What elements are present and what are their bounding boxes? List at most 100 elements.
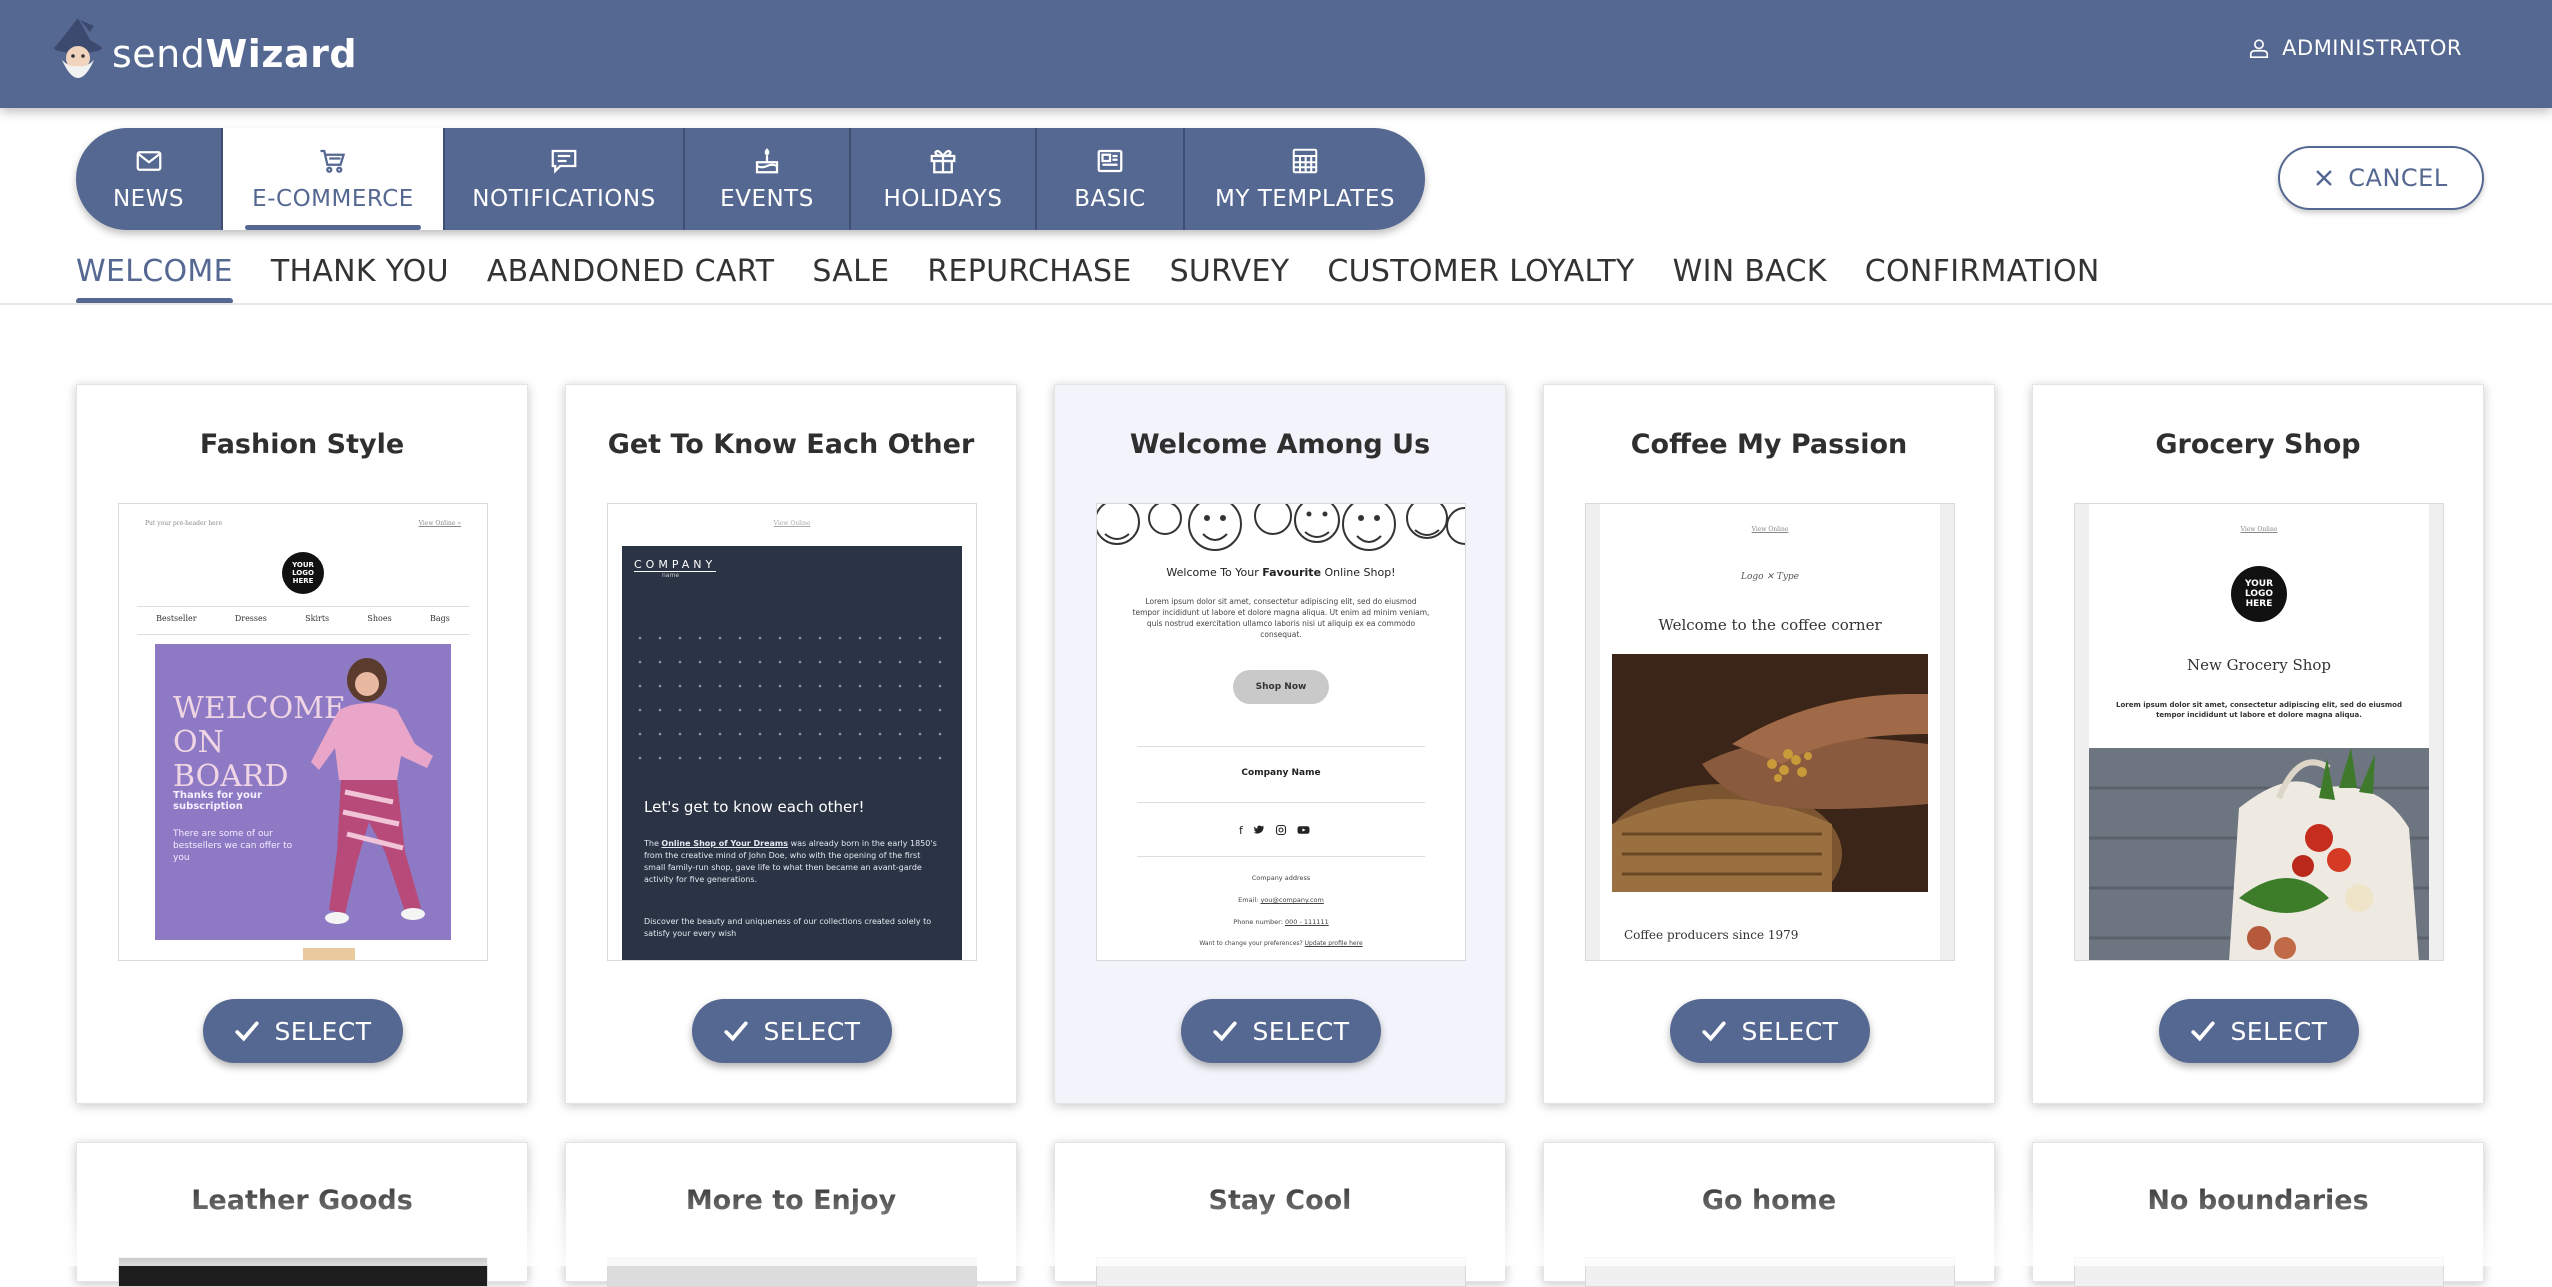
cancel-button[interactable]: CANCEL	[2278, 146, 2484, 210]
tab-notifications[interactable]: NOTIFICATIONS	[445, 128, 685, 230]
template-card[interactable]: Leather Goods	[76, 1142, 528, 1287]
top-bar: sendWizard ADMINISTRATOR	[0, 0, 2552, 108]
tab-my-templates[interactable]: MY TEMPLATES	[1185, 128, 1425, 230]
tab-welcome[interactable]: WELCOME	[76, 248, 233, 304]
envelope-icon	[136, 151, 161, 171]
heading-text: Welcome To Your	[1166, 566, 1263, 579]
template-card[interactable]: More to Enjoy	[565, 1142, 1017, 1287]
view-online-link: View Online	[1751, 526, 1789, 533]
select-button[interactable]: SELECT	[692, 999, 892, 1063]
phone-label: Phone number:	[1233, 918, 1283, 926]
cart-icon	[320, 149, 346, 173]
tab-label: MY TEMPLATES	[1215, 186, 1395, 212]
chat-icon	[551, 149, 577, 174]
select-label: SELECT	[1252, 1016, 1350, 1046]
tab-basic[interactable]: BASIC	[1037, 128, 1185, 230]
select-button[interactable]: SELECT	[2159, 999, 2359, 1063]
close-icon	[2316, 170, 2333, 186]
template-preview: Welcome To Your Favourite Online Shop! L…	[1096, 503, 1466, 961]
template-card[interactable]: Welcome Among Us Welcome To Your Favouri…	[1054, 384, 1506, 1104]
tab-events[interactable]: EVENTS	[685, 128, 851, 230]
tab-win-back[interactable]: WIN BACK	[1673, 248, 1827, 304]
hero-text: There are some of our bestsellers we can…	[173, 829, 293, 863]
preview-paragraph-2: Discover the beauty and uniqueness of ou…	[644, 917, 932, 938]
template-preview: Put your pre-header here View Online » Y…	[118, 503, 488, 961]
company-name: Company Name	[1241, 768, 1321, 778]
select-label: SELECT	[1741, 1016, 1839, 1046]
template-title: Welcome Among Us	[1129, 429, 1431, 460]
tab-label: HOLIDAYS	[883, 186, 1003, 212]
user-menu[interactable]: ADMINISTRATOR	[2248, 36, 2462, 60]
logo[interactable]: sendWizard	[50, 14, 357, 94]
template-title: Coffee My Passion	[1630, 429, 1908, 460]
subcategory-tabs: WELCOME THANK YOU ABANDONED CART SALE RE…	[76, 248, 2100, 304]
template-title: More to Enjoy	[685, 1185, 897, 1216]
tab-customer-loyalty[interactable]: CUSTOMER LOYALTY	[1327, 248, 1634, 304]
grocery-image	[2089, 748, 2429, 960]
phone-link: 000 - 111111	[1285, 918, 1329, 926]
check-icon	[1213, 1021, 1238, 1042]
tab-label: NOTIFICATIONS	[472, 186, 656, 212]
preview-heading: Welcome to the coffee corner	[1658, 616, 1882, 634]
tab-label: BASIC	[1074, 186, 1146, 212]
youtube-icon	[1297, 826, 1310, 834]
preview-body: Lorem ipsum dolor sit amet, consectetur …	[2116, 701, 2402, 719]
para-link: Online Shop of Your Dreams	[661, 839, 789, 848]
heading-text: Online Shop!	[1321, 566, 1396, 579]
divider	[0, 303, 2552, 305]
select-button[interactable]: SELECT	[1181, 999, 1381, 1063]
instagram-icon	[1275, 824, 1286, 836]
template-card[interactable]: Get To Know Each Other View Online COMPA…	[565, 384, 1017, 1104]
dot-pattern	[638, 636, 942, 760]
view-online-link: View Online	[773, 520, 811, 527]
view-online-link: View Online »	[418, 520, 461, 527]
template-title: No boundaries	[2147, 1185, 2369, 1216]
preview-body: Lorem ipsum dolor sit amet, consectetur …	[1132, 597, 1430, 639]
category-tabs: NEWS E-COMMERCE NOTIFICATIONS EVENTS HOL…	[76, 128, 1425, 230]
tab-survey[interactable]: SURVEY	[1170, 248, 1290, 304]
select-button[interactable]: SELECT	[1670, 999, 1870, 1063]
tab-thank-you[interactable]: THANK YOU	[271, 248, 449, 304]
company-logo: COMPANY	[634, 558, 717, 572]
logo-text-light: send	[112, 32, 206, 76]
template-card[interactable]: Coffee My Passion View Online Logo ✕ Typ…	[1543, 384, 1995, 1104]
dark-panel: COMPANY name Let's get to know each othe…	[622, 546, 962, 960]
tab-repurchase[interactable]: REPURCHASE	[927, 248, 1131, 304]
template-title: Go home	[1701, 1185, 1837, 1216]
tab-news[interactable]: NEWS	[76, 128, 223, 230]
prefs-text: Want to change your preferences?	[1199, 940, 1305, 947]
template-card[interactable]: Fashion Style Put your pre-header here V…	[76, 384, 528, 1104]
tab-sale[interactable]: SALE	[812, 248, 889, 304]
template-card[interactable]: No boundaries	[2032, 1142, 2484, 1287]
menu-item: Bestseller	[156, 614, 197, 623]
template-card[interactable]: Go home	[1543, 1142, 1995, 1287]
select-button[interactable]: SELECT	[203, 999, 403, 1063]
template-title: Fashion Style	[199, 429, 405, 460]
select-label: SELECT	[274, 1016, 372, 1046]
company-address: Company address	[1251, 874, 1311, 882]
select-label: SELECT	[763, 1016, 861, 1046]
select-label: SELECT	[2230, 1016, 2328, 1046]
tab-e-commerce[interactable]: E-COMMERCE	[223, 128, 445, 230]
template-title: Stay Cool	[1208, 1185, 1352, 1216]
template-card[interactable]: Grocery Shop View Online YOUR LOGO HERE …	[2032, 384, 2484, 1104]
tab-confirmation[interactable]: CONFIRMATION	[1865, 248, 2100, 304]
check-icon	[724, 1021, 749, 1042]
logo-placeholder: YOUR LOGO HERE	[282, 552, 324, 594]
social-icons: f	[1239, 824, 1310, 837]
preview-heading: New Grocery Shop	[2186, 656, 2332, 674]
check-icon	[2191, 1021, 2216, 1042]
user-icon	[2250, 39, 2269, 58]
email-link: you@company.com	[1260, 896, 1324, 904]
cake-icon	[755, 148, 779, 174]
heading-bold: Favourite	[1262, 566, 1322, 579]
template-card[interactable]: Stay Cool	[1054, 1142, 1506, 1287]
company-phone: Phone number: 000 - 111111	[1097, 918, 1465, 926]
tab-abandoned-cart[interactable]: ABANDONED CART	[487, 248, 774, 304]
tab-holidays[interactable]: HOLIDAYS	[851, 128, 1037, 230]
check-icon	[1702, 1021, 1727, 1042]
preview-paragraph: The Online Shop of Your Dreams was alrea…	[644, 838, 944, 886]
hero-image: WELCOME ON BOARD Thanks for your subscri…	[155, 644, 451, 940]
wizard-icon	[50, 16, 104, 92]
user-label: ADMINISTRATOR	[2282, 36, 2462, 60]
